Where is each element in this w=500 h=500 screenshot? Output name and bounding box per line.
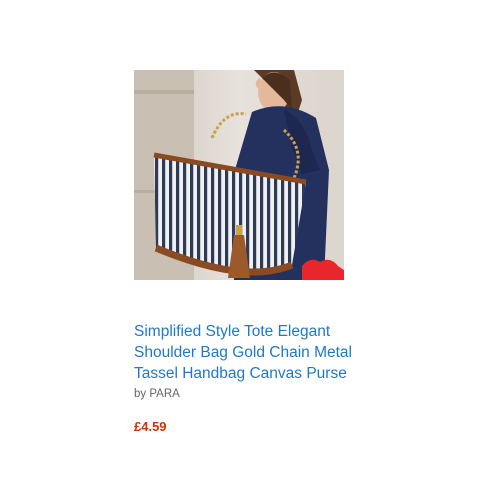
product-price: £4.59	[134, 419, 167, 434]
seller-name: PARA	[149, 388, 180, 400]
product-title-link[interactable]: Simplified Style Tote Elegant Shoulder B…	[134, 321, 394, 384]
product-image[interactable]	[134, 70, 344, 280]
product-card: Simplified Style Tote Elegant Shoulder B…	[0, 0, 500, 500]
seller-prefix: by	[134, 388, 147, 400]
seller-line: by PARA	[134, 388, 180, 400]
